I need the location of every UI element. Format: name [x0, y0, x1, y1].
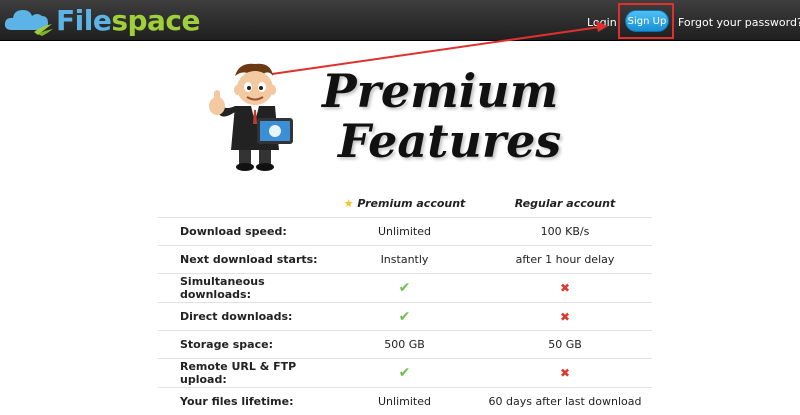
cross-icon: ✖	[478, 274, 652, 303]
logo-text-part1: File	[56, 4, 111, 37]
label: Simultaneous downloads:	[158, 274, 331, 303]
cloud-logo-icon	[4, 4, 54, 36]
header-empty-cell	[158, 189, 331, 218]
mascot-illustration	[205, 62, 300, 172]
logo-text: Filespace	[56, 4, 200, 37]
header-premium-label: Premium account	[357, 197, 465, 210]
check-icon: ✔	[331, 359, 478, 388]
label: Direct downloads:	[158, 303, 331, 331]
label: Download speed:	[158, 218, 331, 246]
label: Your files lifetime:	[158, 388, 331, 415]
table-row: Next download starts:Instantlyafter 1 ho…	[158, 246, 652, 274]
cross-icon: ✖	[560, 281, 570, 295]
forgot-password-link[interactable]: Forgot your password?	[678, 16, 800, 29]
table-row: Storage space:500 GB50 GB	[158, 331, 652, 359]
table-row: Remote URL & FTP upload: ✔ ✖	[158, 359, 652, 388]
check-icon: ✔	[399, 365, 411, 381]
premium: 500 GB	[331, 331, 478, 359]
regular: 100 KB/s	[478, 218, 652, 246]
premium: Instantly	[331, 246, 478, 274]
cross-icon: ✖	[478, 359, 652, 388]
signup-button[interactable]: Sign Up	[625, 10, 669, 32]
table-row: Download speed:Unlimited100 KB/s	[158, 218, 652, 246]
regular: after 1 hour delay	[478, 246, 652, 274]
logo-text-part2: space	[111, 4, 200, 37]
star-icon: ★	[344, 197, 354, 210]
cross-icon: ✖	[478, 303, 652, 331]
regular: 50 GB	[478, 331, 652, 359]
label: Next download starts:	[158, 246, 331, 274]
cross-icon: ✖	[560, 310, 570, 324]
header-regular: Regular account	[478, 189, 652, 218]
login-link[interactable]: Login	[587, 16, 617, 29]
table-body: Download speed:Unlimited100 KB/sNext dow…	[158, 218, 652, 415]
table-row: Simultaneous downloads: ✔ ✖	[158, 274, 652, 303]
headline-line1: Premium	[322, 64, 558, 118]
table-row: Direct downloads: ✔ ✖	[158, 303, 652, 331]
table-header-row: ★ Premium account Regular account	[158, 189, 652, 218]
check-icon: ✔	[399, 280, 411, 296]
signup-highlight-box: Sign Up	[618, 3, 674, 39]
check-icon: ✔	[331, 303, 478, 331]
check-icon: ✔	[399, 309, 411, 325]
check-icon: ✔	[331, 274, 478, 303]
top-navigation-bar: Filespace Login Sign Up Forgot your pass…	[0, 0, 800, 40]
header-premium: ★ Premium account	[331, 189, 478, 218]
label: Remote URL & FTP upload:	[158, 359, 331, 388]
premium: Unlimited	[331, 388, 478, 415]
regular: 60 days after last download	[478, 388, 652, 415]
features-comparison-table: ★ Premium account Regular account Downlo…	[158, 189, 652, 415]
headline-line2: Features	[338, 114, 561, 168]
table-row: Your files lifetime:Unlimited60 days aft…	[158, 388, 652, 415]
premium-features-headline: Premium Features	[316, 62, 556, 172]
cross-icon: ✖	[560, 366, 570, 380]
label: Storage space:	[158, 331, 331, 359]
filespace-logo[interactable]: Filespace	[4, 4, 200, 36]
premium: Unlimited	[331, 218, 478, 246]
